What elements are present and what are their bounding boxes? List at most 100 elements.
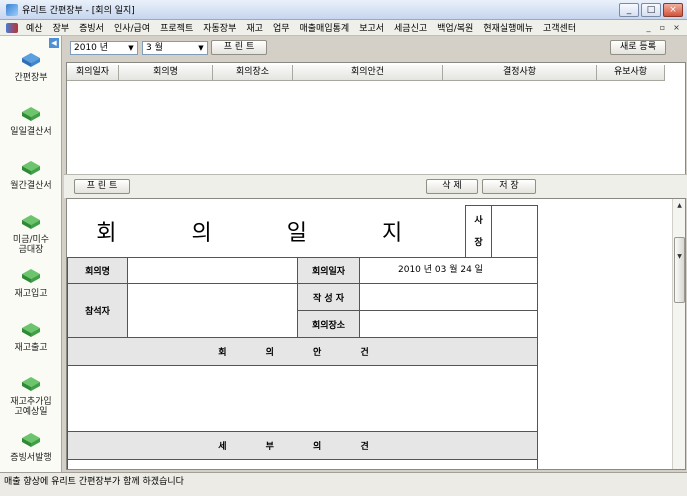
meeting-date-label: 회의일자 <box>297 257 360 284</box>
form-title: 회 의 일 지 <box>96 221 437 247</box>
menu-ledger[interactable]: 장부 <box>48 21 75 34</box>
print-bottom-button[interactable]: 프 린 트 <box>74 179 130 194</box>
print-top-button[interactable]: 프 린 트 <box>211 40 267 55</box>
app-logo-icon <box>6 3 18 16</box>
vertical-scrollbar[interactable]: ▲ ▼ <box>672 199 685 469</box>
menu-bar: 예산 장부 증빙서 인사/급여 프로젝트 자동장부 재고 업무 매출매입통계 보… <box>0 20 687 36</box>
daily-report-icon <box>22 107 40 121</box>
monthly-report-icon <box>22 161 40 175</box>
sign-label-bottom: 장 <box>474 237 483 248</box>
agenda-label: 회 의 안 건 <box>218 348 387 358</box>
new-entry-button[interactable]: 새로 등록 <box>610 40 666 55</box>
author-field[interactable] <box>358 283 539 311</box>
sidebar-item-label: 재고출고 <box>14 343 48 353</box>
details-label: 세 부 의 견 <box>218 442 387 452</box>
mdi-controls: _ ▫ × <box>642 22 683 33</box>
status-text: 매출 향상에 유리트 간편장부가 함께 하겠습니다 <box>4 477 184 487</box>
scroll-down-icon[interactable]: ▼ <box>674 251 685 262</box>
sidebar-collapse-button[interactable]: ◀ <box>49 38 59 48</box>
sidebar-item-stock-out[interactable]: 재고출고 <box>0 320 62 353</box>
close-button[interactable]: × <box>663 3 683 17</box>
ledger-icon <box>22 53 40 67</box>
title-bar: 유리트 간편장부 - [회의 일지] _ □ × <box>0 0 687 20</box>
sidebar-item-label: 미금/미수금대장 <box>12 235 50 255</box>
menu-tax[interactable]: 세금신고 <box>389 21 432 34</box>
sidebar-item-label: 일일결산서 <box>10 127 52 137</box>
delete-button[interactable]: 삭 제 <box>426 179 478 194</box>
sidebar-item-voucher-issue[interactable]: 증빙서발행 <box>0 430 62 463</box>
menu-project[interactable]: 프로젝트 <box>155 21 198 34</box>
main-panel: 2010 년 ▼ 3 월 ▼ 프 린 트 새로 등록 회의일자 회의명 회의장소… <box>64 36 687 472</box>
sidebar-item-receivables[interactable]: 미금/미수금대장 <box>0 212 62 255</box>
menu-inventory[interactable]: 재고 <box>241 21 268 34</box>
top-toolbar: 2010 년 ▼ 3 월 ▼ 프 린 트 새로 등록 <box>64 36 687 62</box>
scroll-up-icon[interactable]: ▲ <box>674 200 685 211</box>
maximize-button[interactable]: □ <box>641 3 661 17</box>
menu-auto-ledger[interactable]: 자동장부 <box>198 21 241 34</box>
sign-box[interactable] <box>491 205 539 258</box>
sidebar-item-simple-ledger[interactable]: 간편장부 <box>0 50 62 83</box>
stock-in-icon <box>22 269 40 283</box>
column-header-pending[interactable]: 유보사항 <box>597 65 665 81</box>
minimize-button[interactable]: _ <box>619 3 639 17</box>
menu-work[interactable]: 업무 <box>268 21 295 34</box>
menu-running[interactable]: 현재실행메뉴 <box>478 21 538 34</box>
mdi-minimize-button[interactable]: _ <box>642 22 655 33</box>
mdi-restore-button[interactable]: ▫ <box>656 22 669 33</box>
menu-voucher[interactable]: 증빙서 <box>74 21 109 34</box>
month-select[interactable]: 3 월 ▼ <box>142 41 208 55</box>
chevron-down-icon: ▼ <box>128 44 134 52</box>
window-title: 유리트 간편장부 - [회의 일지] <box>22 6 135 16</box>
sidebar-item-label: 재고입고 <box>14 289 48 299</box>
stock-out-icon <box>22 323 40 337</box>
status-bar: 매출 향상에 유리트 간편장부가 함께 하겠습니다 <box>0 472 687 496</box>
sidebar-item-stock-in[interactable]: 재고입고 <box>0 266 62 299</box>
menu-reports[interactable]: 보고서 <box>354 21 389 34</box>
sidebar-item-label: 증빙서발행 <box>10 453 52 463</box>
meeting-form: 회 의 일 지 사 장 회의명 회의일자 2010 년 03 월 24 일 참석… <box>67 205 539 469</box>
sidebar-item-label: 월간결산서 <box>10 181 52 191</box>
place-field[interactable] <box>358 310 539 338</box>
column-header-place[interactable]: 회의장소 <box>213 65 293 81</box>
voucher-icon <box>22 433 40 447</box>
receivables-icon <box>22 215 40 229</box>
chevron-down-icon: ▼ <box>198 44 204 52</box>
meeting-name-label: 회의명 <box>67 257 128 284</box>
sidebar-item-daily-settlement[interactable]: 일일결산서 <box>0 104 62 137</box>
sign-label-cell: 사 장 <box>465 205 493 258</box>
column-header-decisions[interactable]: 결정사항 <box>443 65 597 81</box>
attendees-field[interactable] <box>127 283 298 338</box>
meeting-date-value[interactable]: 2010 년 03 월 24 일 <box>358 257 539 284</box>
year-select-value: 2010 년 <box>74 43 109 53</box>
mdi-close-button[interactable]: × <box>670 22 683 33</box>
month-select-value: 3 월 <box>146 43 163 53</box>
form-title-cell: 회 의 일 지 <box>67 205 467 258</box>
scroll-thumb[interactable] <box>674 237 685 303</box>
sidebar-item-stock-expected[interactable]: 재고추가입고예상일 <box>0 374 62 417</box>
sidebar-item-monthly-settlement[interactable]: 월간결산서 <box>0 158 62 191</box>
author-label: 작 성 자 <box>297 283 360 311</box>
details-field[interactable] <box>67 459 539 469</box>
save-button[interactable]: 저 장 <box>482 179 536 194</box>
column-header-agenda[interactable]: 회의안건 <box>293 65 443 81</box>
menu-budget[interactable]: 예산 <box>21 21 48 34</box>
menu-logo-icon <box>6 22 18 33</box>
place-label: 회의장소 <box>297 310 360 338</box>
agenda-header: 회 의 안 건 <box>67 337 539 366</box>
details-header: 세 부 의 견 <box>67 431 539 460</box>
sidebar-item-label: 재고추가입고예상일 <box>10 397 52 417</box>
window-controls: _ □ × <box>619 3 683 17</box>
year-select[interactable]: 2010 년 ▼ <box>70 41 138 55</box>
meeting-name-field[interactable] <box>127 257 298 284</box>
menu-hr-payroll[interactable]: 인사/급여 <box>109 21 155 34</box>
menu-sales-stats[interactable]: 매출매입통계 <box>295 21 355 34</box>
column-header-date[interactable]: 회의일자 <box>67 65 119 81</box>
sidebar-item-label: 간편장부 <box>14 73 48 83</box>
sign-label-top: 사 <box>474 215 483 226</box>
menu-support[interactable]: 고객센터 <box>538 21 581 34</box>
sidebar: ◀ 간편장부 일일결산서 월간결산서 미금/미수금대장 재고입고 재고출고 재고… <box>0 36 62 472</box>
menu-backup[interactable]: 백업/복원 <box>432 21 478 34</box>
column-header-name[interactable]: 회의명 <box>119 65 213 81</box>
stock-expected-icon <box>22 377 40 391</box>
agenda-field[interactable] <box>67 365 539 432</box>
